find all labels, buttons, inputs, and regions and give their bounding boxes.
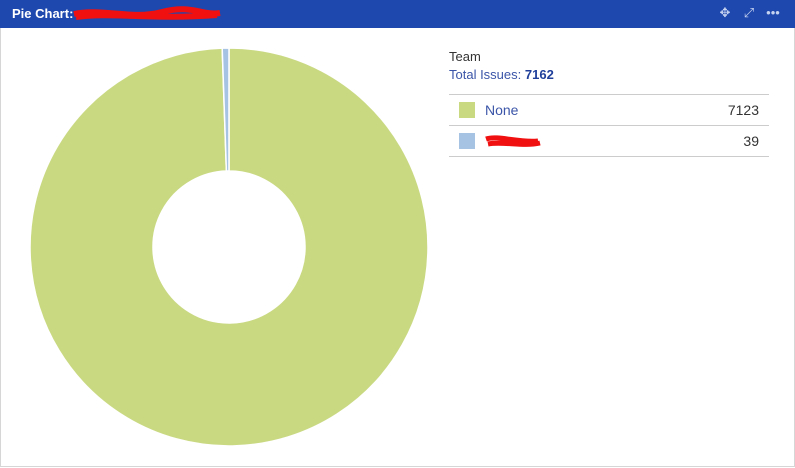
total-issues: Total Issues: 7162 xyxy=(449,67,769,82)
move-icon[interactable]: ✥ xyxy=(717,5,733,23)
gadget-title: Pie Chart: xyxy=(12,6,74,21)
legend-row[interactable]: None 7123 xyxy=(449,95,769,126)
legend-value: 39 xyxy=(743,133,759,149)
legend-swatch xyxy=(459,133,475,149)
total-label: Total Issues: xyxy=(449,67,522,82)
legend-row[interactable]: 39 xyxy=(449,126,769,157)
redacted-mark xyxy=(485,135,541,147)
expand-icon[interactable]: ⤢ xyxy=(741,5,757,23)
more-icon[interactable]: ••• xyxy=(765,5,781,23)
redacted-mark xyxy=(73,6,221,20)
legend-title: Team xyxy=(449,49,481,64)
legend-value: 7123 xyxy=(727,102,759,118)
legend-label[interactable]: None xyxy=(485,102,518,118)
pie-chart xyxy=(29,47,429,447)
legend-swatch xyxy=(459,102,475,118)
legend: Team Total Issues: 7162 None 7123 39 xyxy=(449,49,769,157)
total-value: 7162 xyxy=(524,67,554,82)
gadget-header: Pie Chart: ✥ ⤢ ••• xyxy=(0,0,795,28)
